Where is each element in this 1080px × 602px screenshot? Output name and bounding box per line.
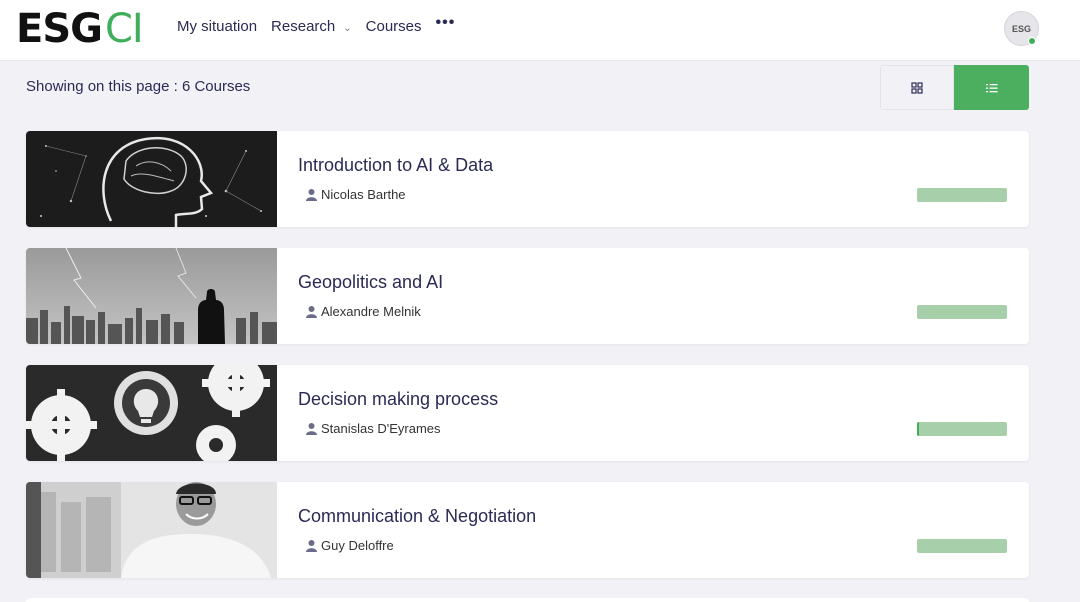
progress-bar bbox=[917, 422, 1007, 436]
author-name: Nicolas Barthe bbox=[321, 187, 406, 202]
course-card[interactable]: Introduction to AI & Data Nicolas Barthe bbox=[26, 131, 1029, 227]
nav-research[interactable]: Research ⌄ bbox=[271, 18, 352, 35]
course-thumbnail-city-skyline bbox=[26, 248, 277, 344]
course-title[interactable]: Decision making process bbox=[298, 389, 498, 410]
progress-bar bbox=[917, 305, 1007, 319]
course-thumbnail-smiling-man bbox=[26, 482, 277, 578]
course-author: Guy Deloffre bbox=[306, 538, 394, 553]
course-title[interactable]: Geopolitics and AI bbox=[298, 272, 443, 293]
progress-fill bbox=[917, 422, 919, 436]
avatar-text: ESG bbox=[1011, 23, 1031, 34]
course-card[interactable]: Geopolitics and AI Alexandre Melnik bbox=[26, 248, 1029, 344]
grid-view-button[interactable] bbox=[880, 65, 954, 110]
online-status-dot bbox=[1028, 37, 1036, 45]
grid-icon bbox=[911, 81, 923, 94]
list-icon bbox=[985, 83, 997, 92]
more-menu-icon[interactable]: ••• bbox=[436, 14, 456, 31]
view-toggle bbox=[880, 65, 1029, 110]
course-author: Stanislas D'Eyrames bbox=[306, 421, 441, 436]
progress-bar bbox=[917, 539, 1007, 553]
logo-main-text: ESG bbox=[16, 6, 103, 52]
user-icon bbox=[306, 188, 317, 201]
course-title[interactable]: Communication & Negotiation bbox=[298, 506, 536, 527]
user-icon bbox=[306, 422, 317, 435]
nav-my-situation[interactable]: My situation bbox=[177, 18, 257, 35]
nav-research-label: Research bbox=[271, 18, 336, 35]
logo-accent-text: CI bbox=[104, 6, 144, 52]
course-card[interactable]: Decision making process Stanislas D'Eyra… bbox=[26, 365, 1029, 461]
esgci-logo[interactable]: ESG CI bbox=[16, 6, 144, 52]
list-view-button[interactable] bbox=[954, 65, 1029, 110]
user-icon bbox=[306, 305, 317, 318]
progress-bar bbox=[917, 188, 1007, 202]
nav-courses[interactable]: Courses bbox=[366, 18, 422, 35]
courses-count-text: Showing on this page : 6 Courses bbox=[26, 78, 251, 95]
chevron-down-icon: ⌄ bbox=[343, 23, 352, 34]
author-name: Alexandre Melnik bbox=[321, 304, 421, 319]
course-card[interactable]: Communication & Negotiation Guy Deloffre bbox=[26, 482, 1029, 578]
course-thumbnail-gears bbox=[26, 365, 277, 461]
course-thumbnail-ai-head bbox=[26, 131, 277, 227]
course-title[interactable]: Introduction to AI & Data bbox=[298, 155, 493, 176]
course-card-partial[interactable] bbox=[26, 598, 1029, 602]
user-icon bbox=[306, 539, 317, 552]
course-author: Alexandre Melnik bbox=[306, 304, 421, 319]
author-name: Stanislas D'Eyrames bbox=[321, 421, 441, 436]
author-name: Guy Deloffre bbox=[321, 538, 394, 553]
top-navbar: ESG CI My situation Research ⌄ Courses ••… bbox=[0, 0, 1080, 61]
course-author: Nicolas Barthe bbox=[306, 187, 406, 202]
main-nav: My situation Research ⌄ Courses ••• bbox=[177, 14, 456, 35]
